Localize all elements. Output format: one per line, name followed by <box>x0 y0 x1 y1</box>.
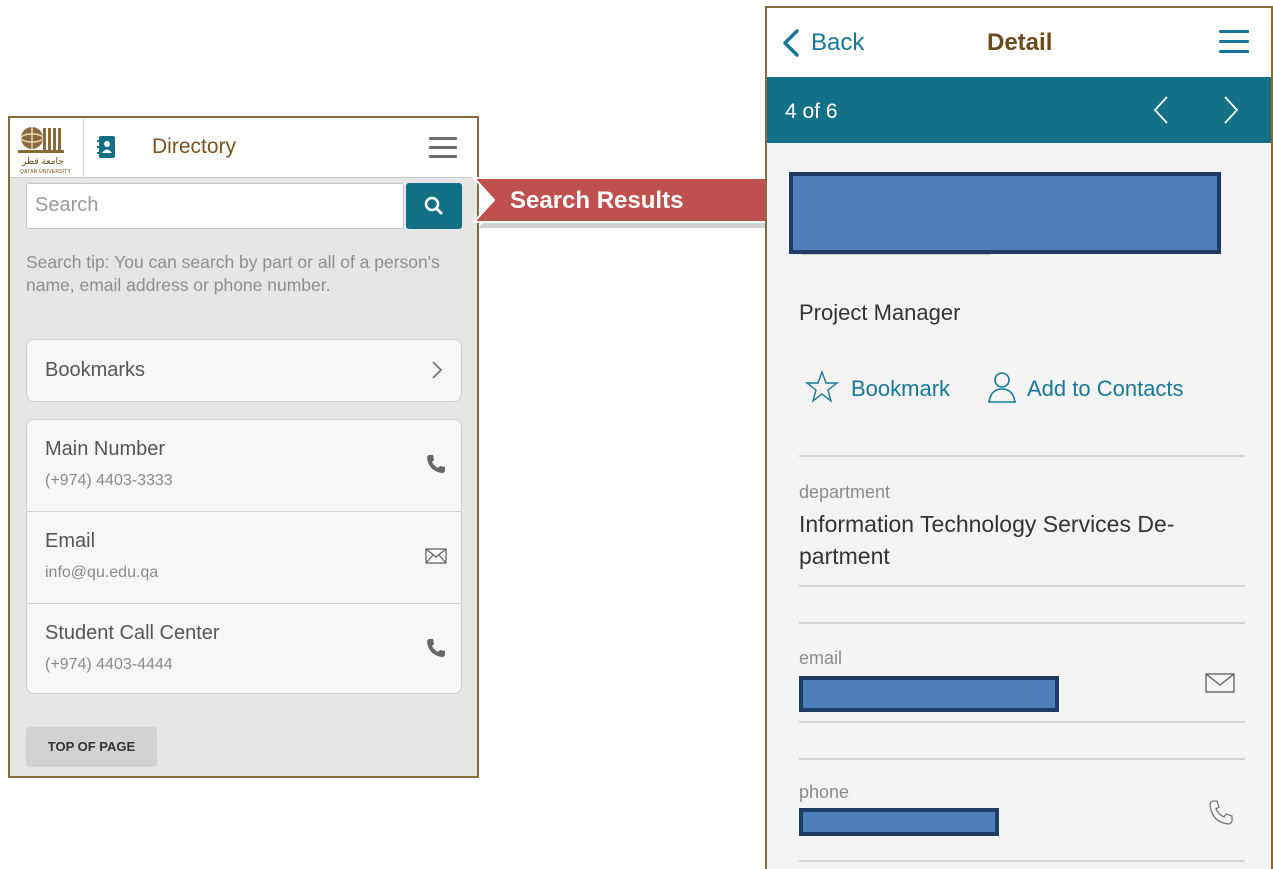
hamburger-menu-icon[interactable] <box>1219 30 1249 54</box>
redacted-email <box>799 676 1059 712</box>
contact-value: (+974) 4403-4444 <box>45 656 173 673</box>
hamburger-menu-icon[interactable] <box>429 137 457 159</box>
contact-value: (+974) 4403-3333 <box>45 472 173 489</box>
contact-item-main-number[interactable]: Main Number (+974) 4403-3333 <box>27 420 461 512</box>
header-divider <box>83 118 84 178</box>
divider <box>799 860 1245 862</box>
bookmarks-item[interactable]: Bookmarks <box>26 339 462 402</box>
chevron-right-icon[interactable] <box>1223 95 1239 125</box>
back-button[interactable]: Back <box>811 29 864 57</box>
university-building-icon <box>18 127 64 153</box>
university-logo-icon[interactable]: جامعة قطر QATAR UNIVERSITY <box>16 122 76 175</box>
screenshot-stage: جامعة قطر QATAR UNIVERSITY Directory Sea… <box>0 0 1273 869</box>
add-to-contacts-button[interactable]: Add to Contacts <box>1027 376 1184 402</box>
chevron-right-icon <box>432 361 443 379</box>
contact-value: info@qu.edu.qa <box>45 564 159 581</box>
logo-arabic-text: جامعة قطر <box>22 157 64 167</box>
divider <box>799 721 1245 723</box>
job-title: Project Manager <box>799 300 961 325</box>
contact-name: Email <box>45 530 96 552</box>
top-of-page-button[interactable]: TOP OF PAGE <box>26 727 157 767</box>
divider <box>799 585 1245 587</box>
contact-item-student-call-center[interactable]: Student Call Center (+974) 4403-4444 <box>27 604 461 696</box>
star-icon[interactable] <box>805 370 839 404</box>
department-value: Information Technology Services De-partm… <box>799 511 1175 569</box>
search-results-label: Search Results <box>510 187 684 214</box>
result-count: 4 of 6 <box>785 100 838 123</box>
phone-label: phone <box>799 782 850 802</box>
contact-name: Student Call Center <box>45 622 220 644</box>
redacted-name <box>789 172 1221 254</box>
search-tip: Search tip: You can search by part or al… <box>26 252 440 295</box>
bookmark-button[interactable]: Bookmark <box>851 376 950 402</box>
phone-icon[interactable] <box>1207 798 1235 826</box>
back-chevron-icon[interactable] <box>781 28 801 58</box>
bookmarks-label: Bookmarks <box>45 359 146 381</box>
divider <box>799 758 1245 760</box>
contact-list: Main Number (+974) 4403-3333 Email info@… <box>26 419 462 694</box>
directory-header: جامعة قطر QATAR UNIVERSITY Directory <box>10 118 477 178</box>
contact-item-email[interactable]: Email info@qu.edu.qa <box>27 512 461 604</box>
search-input[interactable]: Search <box>26 183 404 229</box>
detail-actions: Bookmark Add to Contacts <box>767 368 1271 412</box>
contact-name: Main Number <box>45 438 166 460</box>
logo-english-text: QATAR UNIVERSITY <box>20 169 72 175</box>
page-title: Directory <box>152 135 237 158</box>
divider <box>799 455 1245 457</box>
detail-screen: Back Detail 4 of 6 Project Manager Bookm… <box>765 6 1273 869</box>
chevron-left-icon[interactable] <box>1153 95 1169 125</box>
detail-title: Detail <box>987 29 1053 56</box>
mail-icon <box>425 548 447 564</box>
result-pager: 4 of 6 <box>767 77 1271 143</box>
address-book-icon <box>97 136 115 158</box>
person-icon[interactable] <box>987 370 1017 404</box>
department-label: department <box>799 482 891 502</box>
directory-screen: جامعة قطر QATAR UNIVERSITY Directory Sea… <box>8 116 479 778</box>
phone-icon <box>427 455 445 473</box>
phone-icon <box>427 639 445 657</box>
email-label: email <box>799 648 843 668</box>
mail-icon[interactable] <box>1205 672 1235 694</box>
divider <box>799 622 1245 624</box>
redacted-phone <box>799 808 999 836</box>
detail-nav-bar: Back Detail <box>767 8 1271 77</box>
